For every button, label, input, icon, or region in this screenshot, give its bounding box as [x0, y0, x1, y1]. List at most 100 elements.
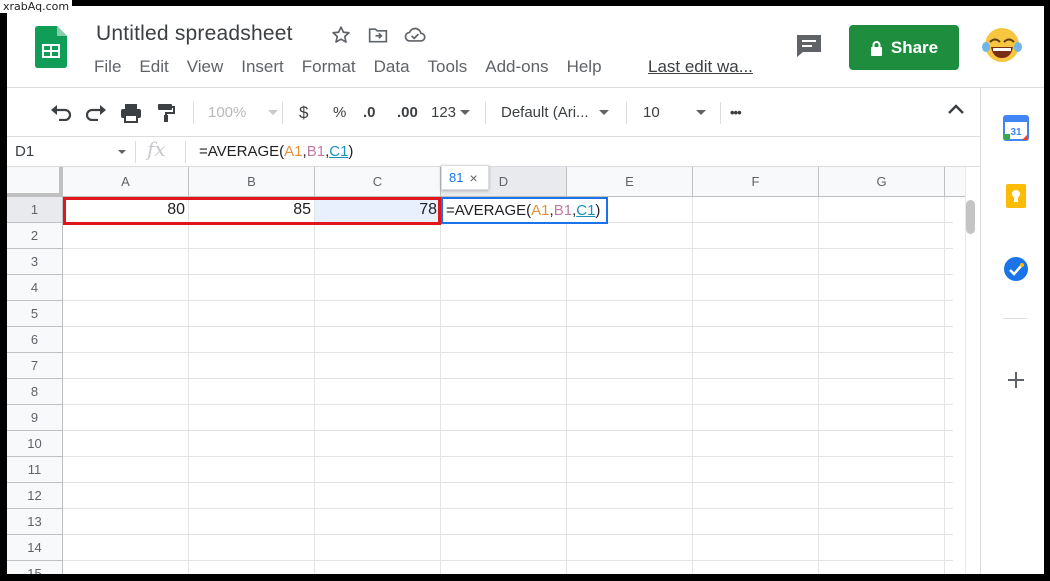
move-folder-icon[interactable]: [366, 23, 390, 47]
row-header-13[interactable]: 13: [7, 509, 63, 535]
share-button[interactable]: Share: [849, 25, 959, 70]
menu-edit[interactable]: Edit: [139, 57, 168, 77]
currency-format-button[interactable]: $: [299, 88, 308, 137]
increase-decimal-button[interactable]: .00: [397, 88, 418, 137]
close-icon[interactable]: ×: [469, 170, 477, 186]
keep-icon[interactable]: [1003, 183, 1029, 209]
row-header-10[interactable]: 10: [7, 431, 63, 457]
toolbar-divider: [720, 102, 721, 124]
spreadsheet-grid[interactable]: A B C D E F G 1 2 3 4 5 6 7 8 9 10 11 12…: [7, 167, 965, 574]
row-header-14[interactable]: 14: [7, 535, 63, 561]
row-header-6[interactable]: 6: [7, 327, 63, 353]
formula-ref-c1: C1: [329, 143, 349, 160]
decrease-decimal-button[interactable]: .0: [363, 88, 376, 137]
preview-value: 81: [449, 170, 464, 185]
menu-format[interactable]: Format: [302, 57, 356, 77]
comment-icon[interactable]: [794, 31, 824, 61]
svg-text:31: 31: [1010, 127, 1022, 138]
chevron-down-icon: [460, 110, 471, 115]
row-header-7[interactable]: 7: [7, 353, 63, 379]
formula-ref-b1: B1: [306, 143, 326, 160]
chevron-down-icon: [695, 110, 706, 115]
cell-d1-editor[interactable]: =AVERAGE(A1, B1, C1): [441, 197, 608, 224]
column-header-c[interactable]: C: [315, 167, 441, 197]
font-size-value: 10: [643, 104, 660, 121]
row-header-2[interactable]: 2: [7, 223, 63, 249]
menu-addons[interactable]: Add-ons: [485, 57, 548, 77]
select-all-corner[interactable]: [7, 167, 63, 197]
menu-bar: File Edit View Insert Format Data Tools …: [94, 57, 620, 77]
more-options-button[interactable]: •••: [730, 88, 742, 137]
chevron-down-icon[interactable]: [118, 150, 126, 154]
range-highlight-box: [63, 197, 441, 225]
gridline: [63, 300, 953, 301]
font-select[interactable]: Default (Ari...: [501, 88, 609, 137]
row-header-1[interactable]: 1: [7, 197, 63, 223]
gridline: [440, 197, 441, 574]
gridline: [63, 508, 953, 509]
zoom-value: 100%: [208, 104, 247, 121]
menu-data[interactable]: Data: [374, 57, 410, 77]
gridline: [63, 274, 953, 275]
avatar[interactable]: [982, 25, 1022, 65]
menu-file[interactable]: File: [94, 57, 121, 77]
document-title[interactable]: Untitled spreadsheet: [96, 22, 293, 46]
row-header-11[interactable]: 11: [7, 457, 63, 483]
column-header-f[interactable]: F: [693, 167, 819, 197]
last-edit-link[interactable]: Last edit wa...: [648, 57, 753, 77]
column-header-b[interactable]: B: [189, 167, 315, 197]
formula-input[interactable]: =AVERAGE(A1,B1,C1): [199, 143, 353, 160]
paint-format-icon[interactable]: [157, 88, 175, 137]
row-header-12[interactable]: 12: [7, 483, 63, 509]
toolbar-divider: [626, 102, 627, 124]
menu-tools[interactable]: Tools: [428, 57, 468, 77]
gridline: [63, 378, 953, 379]
row-header-15[interactable]: 15: [7, 561, 63, 574]
gridline: [63, 430, 953, 431]
toolbar-divider: [485, 102, 486, 124]
collapse-chevron-up-icon[interactable]: [947, 102, 965, 116]
toolbar-divider: [193, 102, 194, 124]
gridline: [63, 352, 953, 353]
side-panel: 31: [980, 88, 1044, 574]
editor-ref-c1: C1: [576, 202, 596, 219]
app-window: Untitled spreadsheet File Edit View Inse…: [7, 6, 1044, 574]
row-header-8[interactable]: 8: [7, 379, 63, 405]
print-icon[interactable]: [120, 88, 142, 137]
sheets-logo-icon[interactable]: [35, 26, 67, 68]
percent-format-button[interactable]: %: [333, 88, 346, 137]
column-header-e[interactable]: E: [567, 167, 693, 197]
gridline: [692, 197, 693, 574]
tasks-icon[interactable]: [1003, 256, 1029, 282]
zoom-select[interactable]: 100%: [208, 88, 279, 137]
row-header-3[interactable]: 3: [7, 249, 63, 275]
font-size-select[interactable]: 10: [643, 88, 706, 137]
name-box[interactable]: D1: [15, 143, 34, 160]
scrollbar-thumb[interactable]: [966, 200, 975, 234]
editor-ref-a1: A1: [531, 202, 550, 219]
row-header-9[interactable]: 9: [7, 405, 63, 431]
result-preview-tooltip: 81 ×: [441, 165, 489, 190]
gridline: [63, 248, 953, 249]
gridline: [314, 197, 315, 574]
decrease-decimal-label: .0: [363, 104, 376, 121]
menu-insert[interactable]: Insert: [241, 57, 284, 77]
formula-prefix: =AVERAGE(: [199, 143, 285, 160]
more-formats-select[interactable]: 123: [431, 88, 471, 137]
increase-decimal-label: .00: [397, 104, 418, 121]
row-header-5[interactable]: 5: [7, 301, 63, 327]
row-header-4[interactable]: 4: [7, 275, 63, 301]
watermark: xrabAq.com: [0, 0, 73, 13]
gridline: [63, 326, 953, 327]
calendar-icon[interactable]: 31: [1003, 115, 1029, 141]
add-icon[interactable]: [1003, 367, 1029, 393]
redo-icon[interactable]: [85, 88, 107, 137]
star-icon[interactable]: [329, 23, 353, 47]
gridline: [818, 197, 819, 574]
cloud-saved-icon[interactable]: [403, 23, 427, 47]
menu-view[interactable]: View: [187, 57, 224, 77]
menu-help[interactable]: Help: [567, 57, 602, 77]
column-header-g[interactable]: G: [819, 167, 945, 197]
undo-icon[interactable]: [50, 88, 72, 137]
column-header-a[interactable]: A: [63, 167, 189, 197]
